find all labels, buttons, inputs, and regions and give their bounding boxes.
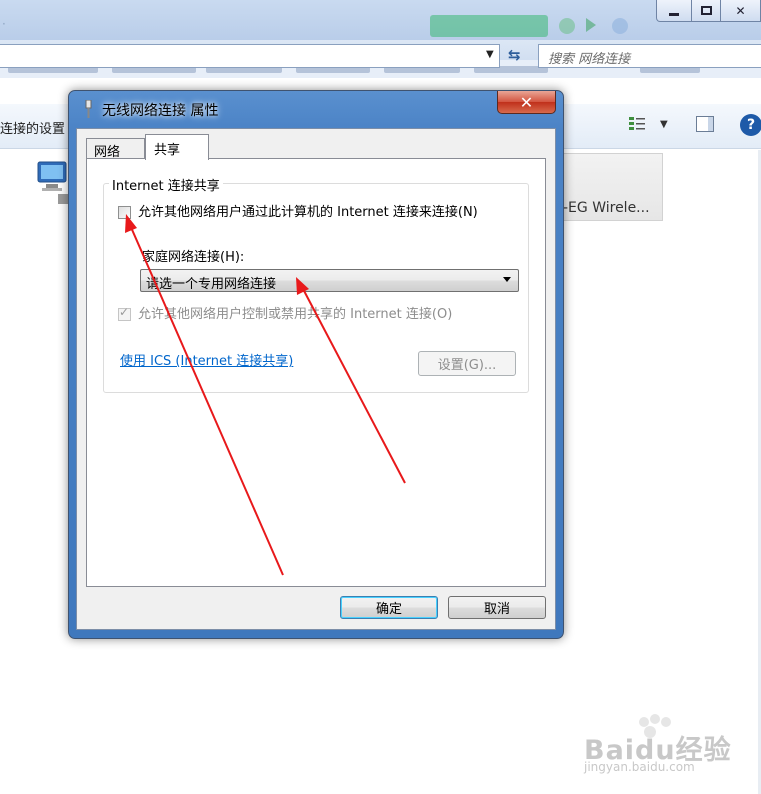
settings-button: 设置(G)... — [418, 351, 516, 376]
allow-sharing-label[interactable]: 允许其他网络用户通过此计算机的 Internet 连接来连接(N) — [138, 205, 518, 220]
home-network-select-value: 请选一个专用网络连接 — [146, 277, 277, 292]
view-dropdown-icon[interactable]: ▼ — [660, 119, 668, 130]
status-circle-icon — [559, 18, 575, 34]
address-input[interactable] — [0, 44, 500, 68]
maximize-icon — [700, 6, 712, 15]
ok-button[interactable]: 确定 — [340, 596, 438, 619]
dialog-title: 无线网络连接 属性 — [102, 103, 219, 119]
tab-network[interactable]: 网络 — [86, 138, 145, 160]
maximize-button[interactable] — [691, 0, 721, 22]
tab-sharing[interactable]: 共享 — [145, 134, 209, 160]
help-icon[interactable]: ? — [740, 114, 761, 136]
network-adapter-icon[interactable] — [36, 156, 70, 208]
ics-group-title: Internet 连接共享 — [109, 175, 223, 194]
chevron-down-icon[interactable]: ▼ — [486, 49, 494, 60]
background-window-titlebar — [0, 0, 761, 40]
refresh-icon[interactable]: ⇆ — [508, 46, 521, 64]
network-plug-icon — [85, 100, 92, 118]
dialog-close-button[interactable]: ✕ — [497, 91, 556, 114]
play-icon — [586, 18, 596, 32]
preview-pane-icon[interactable] — [696, 116, 714, 132]
allow-sharing-checkbox[interactable] — [118, 206, 131, 219]
globe-icon — [612, 18, 628, 34]
checkmark-icon: ✓ — [119, 305, 130, 319]
change-view-icon[interactable] — [628, 116, 646, 132]
command-bar-item[interactable]: 连接的设置 — [0, 118, 65, 137]
watermark-url: jingyan.baidu.com — [584, 760, 695, 774]
cancel-button[interactable]: 取消 — [448, 596, 546, 619]
adapter-name: -EG Wirele... — [563, 200, 650, 216]
chevron-down-icon — [503, 277, 511, 282]
background-toolbar-pill — [430, 15, 548, 37]
ics-help-link[interactable]: 使用 ICS (Internet 连接共享) — [120, 350, 293, 369]
background-window-title-text: · — [2, 17, 6, 31]
minimize-icon — [669, 13, 679, 16]
allow-control-label: 允许其他网络用户控制或禁用共享的 Internet 连接(O) — [138, 307, 453, 322]
home-network-label: 家庭网络连接(H): — [142, 250, 245, 265]
minimize-button[interactable] — [656, 0, 692, 22]
window-close-button[interactable]: ✕ — [720, 0, 761, 22]
search-placeholder: 搜索 网络连接 — [548, 52, 631, 67]
